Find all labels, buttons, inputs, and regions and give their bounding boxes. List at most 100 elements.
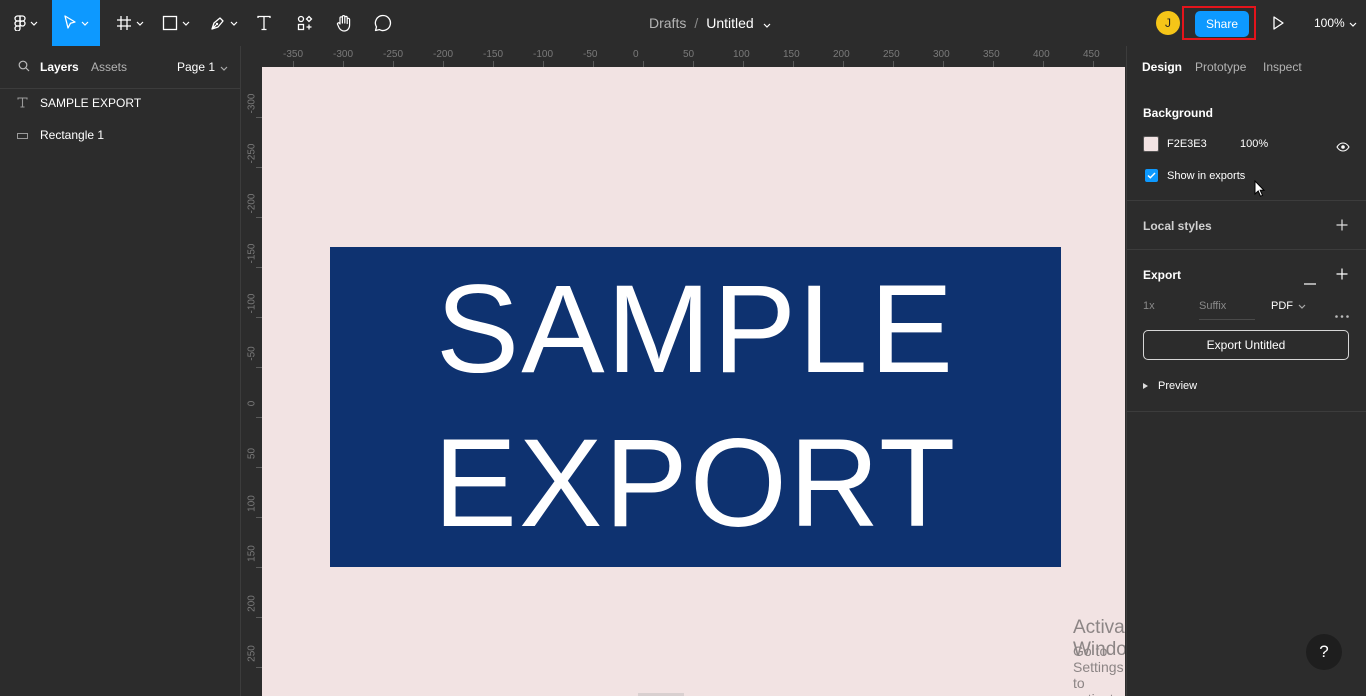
tab-prototype[interactable]: Prototype bbox=[1195, 60, 1246, 74]
rectangle-icon bbox=[162, 15, 178, 31]
components-icon bbox=[297, 15, 313, 31]
layer-label: SAMPLE EXPORT bbox=[40, 96, 142, 110]
chevron-down-icon[interactable] bbox=[763, 15, 771, 31]
text-tool-button[interactable] bbox=[252, 0, 276, 46]
ruler-tick-label: 50 bbox=[683, 49, 695, 60]
ruler-tick-label: 150 bbox=[783, 49, 800, 60]
more-options-icon[interactable] bbox=[1335, 305, 1349, 323]
ruler-vertical: -300 -250 -200 -150 -100 -50 0 50 100 150 200 250 bbox=[241, 67, 262, 696]
figma-logo-icon bbox=[14, 15, 26, 31]
properties-panel: Design Prototype Inspect Background F2E3… bbox=[1126, 46, 1366, 696]
canvas-text-line[interactable]: SAMPLE bbox=[330, 267, 1061, 392]
plus-icon[interactable] bbox=[1336, 267, 1348, 285]
file-name[interactable]: Untitled bbox=[706, 15, 753, 31]
breadcrumb: Drafts / Untitled bbox=[649, 0, 771, 46]
ruler-tick-label: -150 bbox=[246, 243, 258, 264]
mouse-pointer-icon bbox=[1254, 179, 1266, 203]
tab-design[interactable]: Design bbox=[1142, 60, 1182, 74]
ruler-tick-label: 200 bbox=[246, 595, 258, 612]
ruler-tick-label: 350 bbox=[983, 49, 1000, 60]
pen-tool-button[interactable] bbox=[204, 0, 244, 46]
background-swatch[interactable] bbox=[1143, 136, 1159, 152]
zoom-level: 100% bbox=[1314, 16, 1345, 30]
page-selector[interactable]: Page 1 bbox=[177, 60, 228, 74]
canvas[interactable]: SAMPLE EXPORT Activate Windows Go to Set… bbox=[262, 67, 1125, 696]
right-panel-tabs: Design Prototype Inspect bbox=[1127, 46, 1366, 88]
rectangle-frame[interactable]: SAMPLE EXPORT bbox=[330, 247, 1061, 567]
layer-item[interactable]: Rectangle 1 bbox=[0, 119, 240, 151]
export-format-value: PDF bbox=[1271, 300, 1293, 312]
ruler-tick-label: -50 bbox=[246, 346, 258, 361]
top-toolbar: Drafts / Untitled J Share 100% bbox=[0, 0, 1366, 46]
activation-watermark-subtitle: Go to Settings to activate Windows. bbox=[1073, 643, 1124, 696]
cursor-arrow-icon bbox=[63, 15, 77, 31]
ruler-tick-label: 300 bbox=[933, 49, 950, 60]
rectangle-icon bbox=[17, 128, 28, 143]
ruler-tick-label: -350 bbox=[283, 49, 304, 60]
hash-frame-icon bbox=[116, 15, 132, 31]
ruler-tick-label: 250 bbox=[246, 645, 258, 662]
export-scale-input[interactable]: 1x bbox=[1143, 300, 1155, 312]
show-in-exports-checkbox[interactable] bbox=[1145, 169, 1158, 182]
ruler-tick-label: -200 bbox=[433, 49, 454, 60]
chevron-down-icon bbox=[81, 21, 89, 26]
layer-label: Rectangle 1 bbox=[40, 128, 105, 142]
ruler-tick-label: -300 bbox=[246, 93, 258, 114]
layers-panel: Layers Assets Page 1 SAMPLE EXPORT Recta… bbox=[0, 46, 241, 696]
canvas-text-line[interactable]: EXPORT bbox=[330, 421, 1061, 546]
zoom-menu[interactable]: 100% bbox=[1314, 0, 1357, 46]
ruler-tick-label: 100 bbox=[733, 49, 750, 60]
play-icon bbox=[1271, 16, 1285, 36]
show-in-exports-label: Show in exports bbox=[1167, 170, 1246, 182]
ruler-tick-label: 400 bbox=[1033, 49, 1050, 60]
ruler-tick-label: 150 bbox=[246, 545, 258, 562]
plus-icon[interactable] bbox=[1336, 218, 1348, 236]
ruler-tick-label: 450 bbox=[1083, 49, 1100, 60]
shape-tool-button[interactable] bbox=[156, 0, 196, 46]
text-t-icon bbox=[256, 15, 272, 31]
tab-inspect[interactable]: Inspect bbox=[1263, 60, 1302, 74]
search-icon[interactable] bbox=[18, 60, 30, 75]
tab-assets[interactable]: Assets bbox=[91, 60, 127, 74]
frame-tool-button[interactable] bbox=[110, 0, 150, 46]
ruler-tick-label: -250 bbox=[246, 143, 258, 164]
eye-icon[interactable] bbox=[1336, 139, 1350, 157]
preview-toggle[interactable]: Preview bbox=[1143, 380, 1197, 392]
resources-tool-button[interactable] bbox=[292, 0, 318, 46]
background-hex-input[interactable]: F2E3E3 bbox=[1167, 138, 1207, 150]
comment-tool-button[interactable] bbox=[370, 0, 396, 46]
avatar[interactable]: J bbox=[1156, 11, 1180, 35]
help-button[interactable]: ? bbox=[1306, 634, 1342, 670]
ruler-tick-label: -200 bbox=[246, 193, 258, 214]
chevron-down-icon bbox=[30, 21, 38, 26]
minus-icon[interactable] bbox=[1304, 272, 1316, 290]
left-panel-tabs: Layers Assets Page 1 bbox=[0, 46, 240, 89]
export-format-select[interactable]: PDF bbox=[1271, 300, 1306, 312]
caret-right-icon bbox=[1143, 380, 1148, 392]
export-section: Export 1x Suffix PDF Export Untitled Pre… bbox=[1127, 250, 1366, 412]
preview-label: Preview bbox=[1158, 380, 1198, 392]
ruler-tick-label: 0 bbox=[633, 49, 639, 60]
breadcrumb-separator: / bbox=[694, 15, 699, 31]
page-name: Page 1 bbox=[177, 60, 216, 74]
ruler-tick-label: 250 bbox=[883, 49, 900, 60]
hand-icon bbox=[335, 14, 353, 32]
background-opacity-input[interactable]: 100% bbox=[1240, 138, 1268, 150]
move-tool-button[interactable] bbox=[52, 0, 100, 46]
present-button[interactable] bbox=[1271, 14, 1285, 37]
main-menu-button[interactable] bbox=[6, 0, 46, 46]
layer-item[interactable]: SAMPLE EXPORT bbox=[0, 87, 240, 119]
export-button[interactable]: Export Untitled bbox=[1143, 330, 1349, 360]
section-title: Export bbox=[1143, 268, 1182, 282]
tab-layers[interactable]: Layers bbox=[40, 60, 79, 74]
hand-tool-button[interactable] bbox=[330, 0, 358, 46]
chevron-down-icon bbox=[1298, 300, 1306, 312]
ruler-tick-label: 200 bbox=[833, 49, 850, 60]
breadcrumb-folder[interactable]: Drafts bbox=[649, 15, 686, 31]
ruler-tick-label: -300 bbox=[333, 49, 354, 60]
chevron-down-icon bbox=[230, 21, 238, 26]
share-button[interactable]: Share bbox=[1195, 11, 1249, 37]
text-t-icon bbox=[17, 96, 28, 111]
section-title: Background bbox=[1143, 106, 1214, 120]
export-suffix-input[interactable]: Suffix bbox=[1199, 300, 1255, 320]
